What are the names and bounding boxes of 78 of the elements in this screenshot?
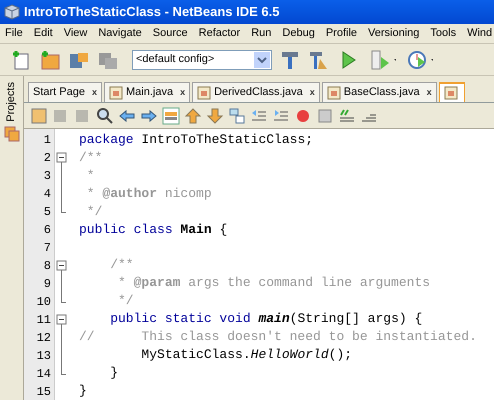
code-text: MyStaticClass.	[140, 346, 251, 364]
arrow-up-icon[interactable]	[184, 106, 202, 124]
line-number: 3	[44, 168, 51, 185]
menu-item[interactable]: Versioning	[368, 25, 420, 42]
close-button[interactable]: x	[180, 86, 186, 100]
menu-item[interactable]: Debug	[282, 25, 315, 42]
tab-label: Start Page	[33, 85, 85, 100]
code-text: @author	[102, 185, 158, 204]
menu-item[interactable]: File	[5, 25, 23, 42]
code-text: Main	[180, 221, 212, 240]
code-text: // This class doesn't need to be instantiated.	[79, 328, 477, 346]
editor-tab[interactable]: Main.java x	[104, 82, 190, 102]
line-number: 7	[44, 240, 51, 257]
code-text: */	[86, 203, 102, 222]
window-title: IntroToTheStaticClass - NetBeans IDE 6.5	[24, 3, 280, 22]
arrow-down-icon[interactable]	[206, 106, 224, 124]
code-text: }	[79, 382, 87, 400]
line-number: 1	[44, 132, 51, 149]
code-text: args the command line arguments	[187, 274, 430, 292]
line-number: 4	[44, 186, 51, 203]
search-icon[interactable]	[96, 106, 114, 124]
code-text: /**	[109, 256, 134, 274]
line-number: 14	[36, 366, 51, 383]
line-number: 6	[44, 222, 51, 239]
code-text: public static void	[109, 310, 252, 328]
highlight-toggle-icon[interactable]	[162, 106, 180, 124]
tab-label: DerivedClass.java	[214, 85, 303, 100]
code-text: IntroToTheStaticClass;	[141, 131, 314, 150]
code-text: public class	[79, 221, 174, 240]
code-text: package	[79, 131, 135, 150]
line-number: 9	[44, 276, 51, 293]
code-text: {	[218, 221, 228, 240]
menu-item[interactable]: Wind	[467, 25, 492, 42]
close-button[interactable]: x	[92, 86, 97, 100]
code-text: ();	[328, 346, 352, 364]
editor-tab[interactable]: BaseClass.java x	[322, 82, 437, 102]
code-text: *	[86, 167, 95, 186]
editor-tab[interactable]: Start Page x	[28, 82, 102, 102]
code-text: *	[86, 185, 96, 204]
code-text: /**	[79, 149, 102, 168]
line-number: 15	[36, 384, 51, 400]
code-text: *	[117, 274, 127, 292]
menu-item[interactable]: Edit	[34, 25, 53, 42]
menu-item[interactable]: View	[64, 25, 88, 42]
line-number: 2	[44, 150, 51, 167]
windows-icon[interactable]	[4, 126, 20, 142]
code-text: (String[] args) {	[290, 310, 422, 328]
code-text: @param	[134, 274, 180, 292]
line-number: 10	[36, 294, 51, 311]
tab-label: BaseClass.java	[344, 85, 420, 100]
close-button[interactable]: x	[310, 86, 315, 100]
tab-label: Main.java	[126, 85, 174, 100]
menu-item[interactable]: Profile	[326, 25, 358, 42]
menu-item[interactable]: Tools	[430, 25, 456, 42]
menu-item[interactable]: Source	[152, 25, 188, 42]
new-project-icon[interactable]	[39, 48, 61, 70]
code-text: */	[117, 292, 134, 310]
code-text: HelloWorld	[250, 346, 329, 364]
close-button[interactable]: x	[426, 86, 432, 100]
menu-item[interactable]: Navigate	[98, 25, 142, 42]
projects-tab[interactable]: Projects	[3, 82, 20, 122]
line-number: 8	[44, 258, 51, 275]
line-number: 13	[36, 348, 51, 365]
chevron-down-icon	[254, 52, 270, 68]
menu-item[interactable]: Refactor	[198, 25, 240, 42]
cube-icon	[4, 4, 20, 20]
editor-tab[interactable]: DerivedClass.java x	[192, 82, 320, 102]
menu-item[interactable]: Run	[251, 25, 272, 42]
shapes-icon[interactable]	[228, 106, 246, 124]
code-text: nicomp	[164, 185, 212, 204]
config-dropdown[interactable]: <default config>	[132, 50, 272, 70]
line-number: 5	[44, 204, 51, 221]
line-number: 12	[36, 330, 51, 347]
code-text: }	[109, 364, 118, 382]
line-number: 11	[36, 312, 51, 329]
editor-tab[interactable]	[438, 82, 465, 102]
code-text: main	[258, 310, 290, 328]
comment-icon[interactable]	[338, 106, 356, 124]
